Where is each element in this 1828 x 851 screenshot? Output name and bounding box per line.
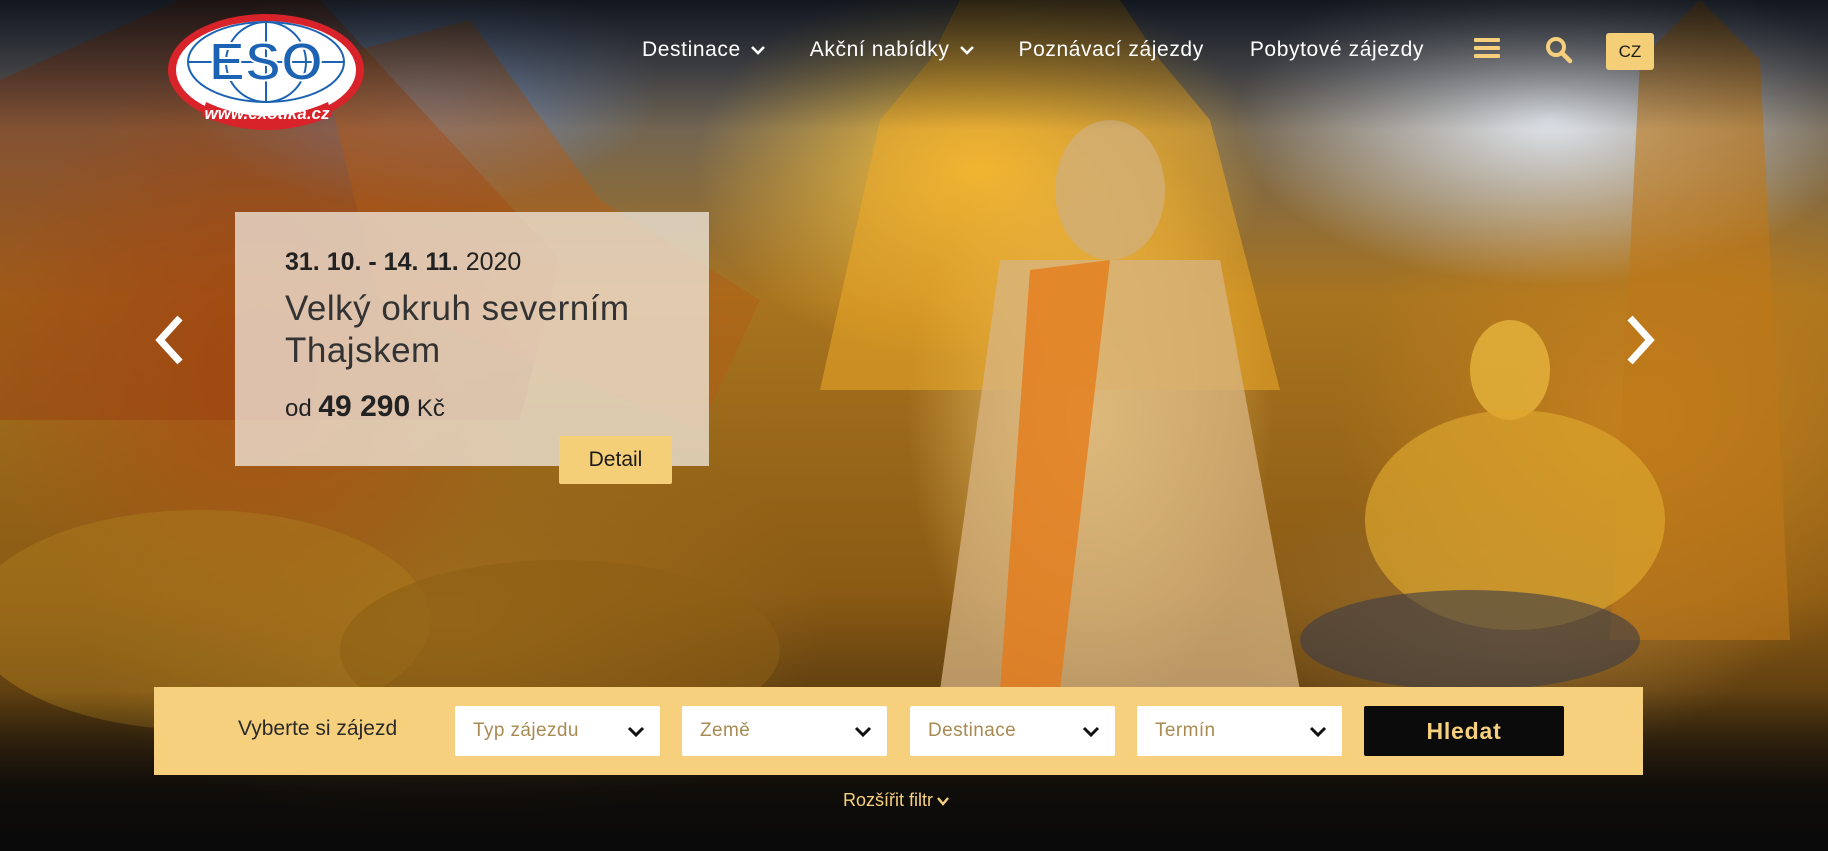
search-submit-button[interactable]: Hledat bbox=[1364, 706, 1564, 756]
offer-price-currency: Kč bbox=[416, 395, 445, 422]
offer-price-prefix: od bbox=[285, 395, 312, 422]
menu-icon bbox=[1474, 38, 1500, 58]
select-date[interactable]: Termín bbox=[1137, 706, 1342, 756]
logo-brand: ESO bbox=[209, 32, 323, 92]
select-placeholder: Země bbox=[700, 720, 751, 741]
slider-prev-button[interactable] bbox=[150, 312, 190, 368]
offer-date: 31. 10. - 14. 11. 2020 bbox=[285, 248, 521, 277]
trip-search-bar: Vyberte si zájezd Typ zájezdu Země Desti… bbox=[154, 687, 1643, 775]
nav-item-label: Pobytové zájezdy bbox=[1249, 38, 1425, 61]
nav-item-akcni-nabidky[interactable]: Akční nabídky bbox=[810, 38, 975, 62]
nav-item-label: Destinace bbox=[642, 38, 741, 61]
search-icon bbox=[1546, 37, 1573, 64]
logo-url: www.exotika.cz bbox=[204, 104, 330, 123]
expand-filter-label: Rozšířit filtr bbox=[843, 790, 933, 810]
search-button[interactable] bbox=[1545, 36, 1573, 69]
nav-item-label: Akční nabídky bbox=[809, 38, 950, 61]
offer-date-range: 31. 10. - 14. 11. bbox=[285, 248, 459, 276]
chevron-right-icon bbox=[1627, 315, 1655, 365]
main-nav: Destinace Akční nabídky Poznávací zájezd… bbox=[642, 38, 1468, 62]
nav-item-label: Poznávací zájezdy bbox=[1018, 38, 1204, 61]
offer-detail-button[interactable]: Detail bbox=[559, 436, 672, 484]
chevron-down-icon bbox=[627, 726, 645, 738]
chevron-down-icon bbox=[1309, 726, 1327, 738]
select-trip-type[interactable]: Typ zájezdu bbox=[455, 706, 660, 756]
nav-item-destinace[interactable]: Destinace bbox=[642, 38, 766, 62]
offer-title: Velký okruh severním Thajskem bbox=[285, 289, 630, 370]
expand-filter-link[interactable]: Rozšířit filtr bbox=[843, 790, 949, 811]
select-placeholder: Termín bbox=[1155, 720, 1216, 741]
offer-date-year: 2020 bbox=[465, 248, 522, 276]
offer-price: od 49 290 Kč bbox=[285, 390, 445, 424]
nav-item-poznavaci-zajezdy[interactable]: Poznávací zájezdy bbox=[1019, 38, 1204, 62]
select-placeholder: Typ zájezdu bbox=[473, 720, 579, 741]
offer-price-value: 49 290 bbox=[318, 390, 411, 423]
chevron-down-icon bbox=[1082, 726, 1100, 738]
select-placeholder: Destinace bbox=[928, 720, 1017, 741]
offer-card: 31. 10. - 14. 11. 2020 Velký okruh sever… bbox=[235, 212, 709, 466]
slider-next-button[interactable] bbox=[1620, 312, 1660, 368]
select-destination[interactable]: Destinace bbox=[910, 706, 1115, 756]
chevron-down-icon bbox=[937, 796, 949, 806]
menu-button[interactable] bbox=[1474, 36, 1500, 65]
chevron-left-icon bbox=[155, 315, 183, 365]
select-country[interactable]: Země bbox=[682, 706, 887, 756]
chevron-down-icon bbox=[854, 726, 872, 738]
language-switch[interactable]: CZ bbox=[1606, 33, 1654, 70]
eso-logo[interactable]: ESO www.exotika.cz bbox=[166, 12, 366, 136]
chevron-down-icon bbox=[750, 46, 765, 55]
search-label: Vyberte si zájezd bbox=[238, 717, 398, 740]
chevron-down-icon bbox=[959, 46, 974, 55]
nav-item-pobytove-zajezdy[interactable]: Pobytové zájezdy bbox=[1250, 38, 1424, 62]
